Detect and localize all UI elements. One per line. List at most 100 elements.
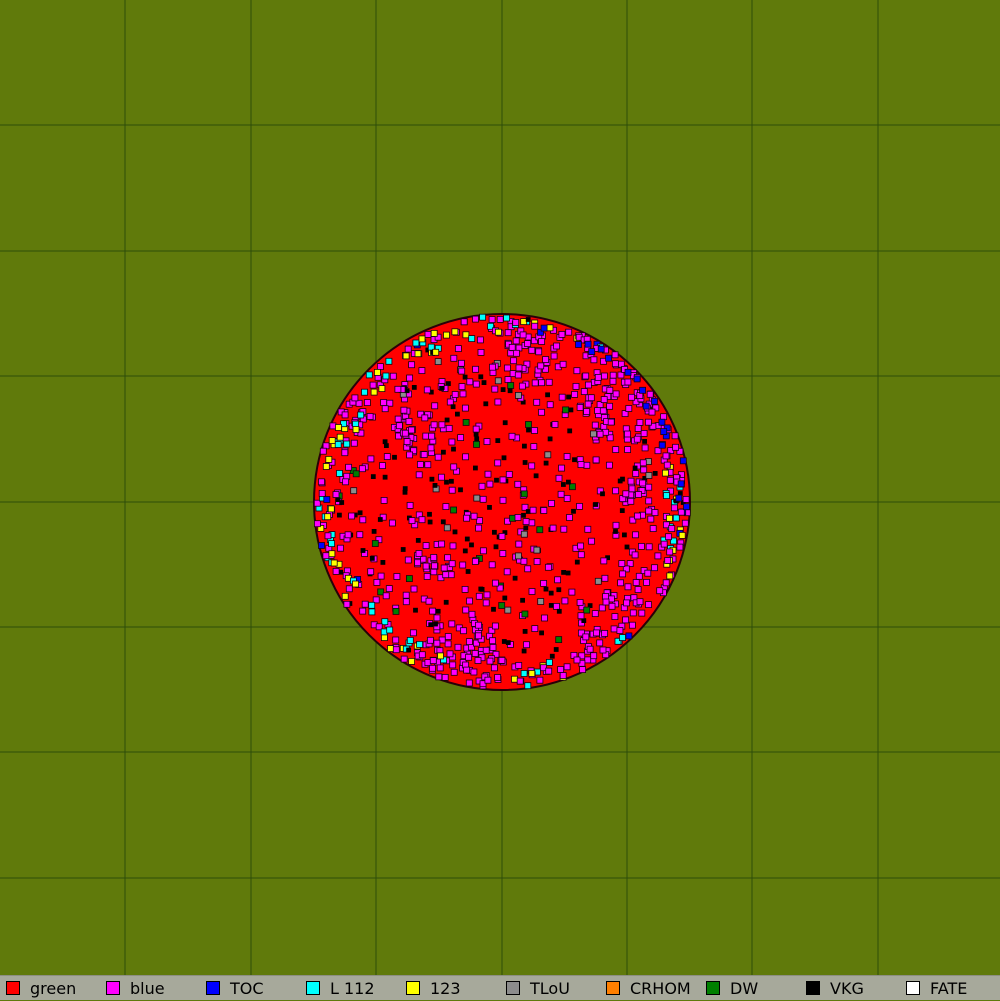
cell-vkg <box>371 529 377 534</box>
cell-blue <box>486 480 494 488</box>
cell-blue <box>490 664 498 672</box>
cell-vkg <box>383 443 389 449</box>
cell-vkg <box>624 544 630 550</box>
cell-blue <box>554 576 561 584</box>
legend-swatch-blue <box>106 981 120 995</box>
cell-blue <box>366 413 374 420</box>
cell-blue <box>641 444 649 452</box>
cell-vkg <box>406 647 412 653</box>
cell-vkg <box>556 587 562 593</box>
cell-blue <box>573 367 581 375</box>
cell-vkg <box>427 511 432 517</box>
cell-blue <box>646 390 654 398</box>
cell-blue <box>449 542 457 550</box>
cell-blue <box>418 516 426 524</box>
cell-vkg <box>478 374 484 380</box>
cell-blue <box>359 516 367 524</box>
cell-vkg <box>523 525 529 531</box>
cell-blue <box>486 657 494 665</box>
cell-vkg <box>642 438 647 444</box>
cell-vkg <box>505 640 511 645</box>
cell-blue <box>601 372 608 380</box>
cell-vkg <box>522 443 527 449</box>
cell-blue <box>540 507 548 514</box>
cell-toc <box>605 354 612 362</box>
cell-blue <box>612 390 620 398</box>
cell-blue <box>461 404 469 412</box>
cell-blue <box>484 676 492 684</box>
cell-blue <box>529 506 537 514</box>
cell-vkg <box>521 648 527 654</box>
cell-blue <box>498 657 506 664</box>
cell-blue <box>601 574 609 582</box>
cell-blue <box>611 613 619 620</box>
cell-l112 <box>412 339 420 347</box>
cell-blue <box>648 408 656 416</box>
cell-blue <box>503 364 511 372</box>
cell-blue <box>616 627 624 634</box>
cell-blue <box>479 495 487 503</box>
cell-blue <box>342 478 350 486</box>
cell-toc <box>633 375 641 383</box>
cell-blue <box>576 599 584 606</box>
legend-swatch-123 <box>406 981 420 995</box>
cell-blue <box>542 356 549 363</box>
cell-blue <box>491 622 499 630</box>
cell-blue <box>590 652 598 660</box>
cell-toc <box>683 503 690 511</box>
cell-blue <box>600 396 608 404</box>
cell-blue <box>324 532 332 540</box>
cell-blue <box>612 446 620 454</box>
cell-blue <box>555 474 563 482</box>
cell-blue <box>668 525 676 532</box>
cell-blue <box>442 571 450 579</box>
cell-blue <box>628 393 635 401</box>
cell-blue <box>623 599 630 607</box>
cell-l112 <box>663 492 670 500</box>
cell-blue <box>622 616 629 624</box>
cell-blue <box>609 377 617 385</box>
cell-toc <box>651 397 658 405</box>
legend-item-vkg: VKG <box>800 976 900 1001</box>
cell-vkg <box>543 460 549 466</box>
cell-blue <box>418 651 426 659</box>
cell-vkg <box>507 388 513 394</box>
cell-blue <box>591 610 599 617</box>
cell-blue <box>649 525 657 532</box>
cell-dw <box>536 526 544 534</box>
cell-blue <box>400 655 408 663</box>
cell-blue <box>385 585 393 592</box>
cell-vkg <box>448 478 454 484</box>
cell-blue <box>422 542 430 549</box>
cell-blue <box>476 336 484 344</box>
cell-blue <box>576 502 583 510</box>
cell-l112 <box>361 388 368 396</box>
cell-blue <box>586 645 594 653</box>
cell-tlou <box>590 430 597 438</box>
cell-blue <box>545 563 552 571</box>
cell-vkg <box>547 436 553 442</box>
cell-vkg <box>377 517 383 522</box>
cell-vkg <box>571 508 576 514</box>
cell-blue <box>423 386 431 394</box>
cell-blue <box>639 479 646 487</box>
cell-toc <box>584 340 592 348</box>
cell-blue <box>433 614 441 622</box>
cell-vkg <box>632 465 638 471</box>
cell-blue <box>600 557 608 565</box>
cell-blue <box>634 425 642 432</box>
cell-blue <box>656 587 664 595</box>
cell-l112 <box>479 313 487 321</box>
cell-blue <box>671 504 678 512</box>
cell-blue <box>471 650 479 657</box>
legend-swatch-l112 <box>306 981 320 995</box>
cell-blue <box>504 329 512 337</box>
cell-blue <box>465 653 473 661</box>
cell-blue <box>528 462 536 470</box>
cell-dw <box>562 406 569 414</box>
cell-blue <box>433 639 441 647</box>
cell-blue <box>429 664 436 672</box>
cell-vkg <box>339 500 345 505</box>
cell-blue <box>631 551 639 559</box>
legend-item-l112: L 112 <box>300 976 400 1001</box>
